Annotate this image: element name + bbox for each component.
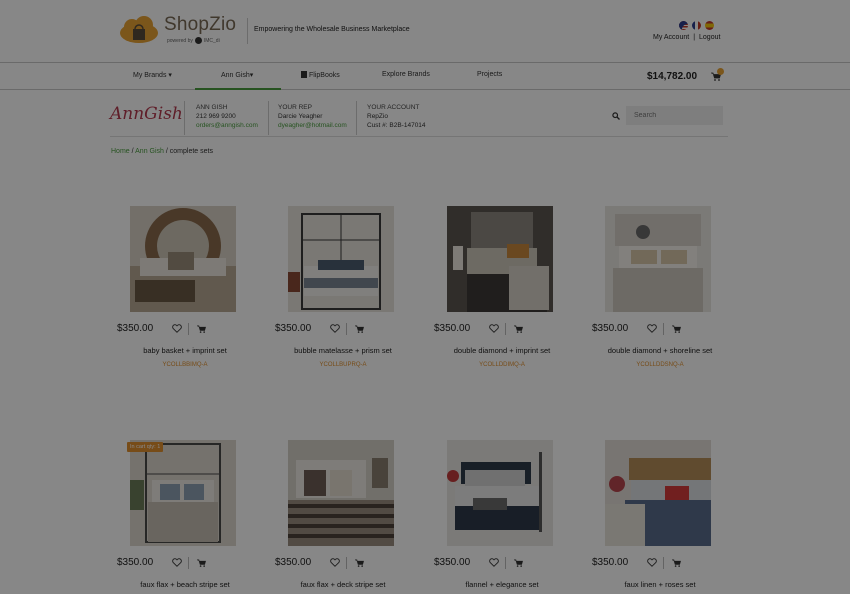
modal-backdrop-overlay[interactable] xyxy=(0,0,850,594)
